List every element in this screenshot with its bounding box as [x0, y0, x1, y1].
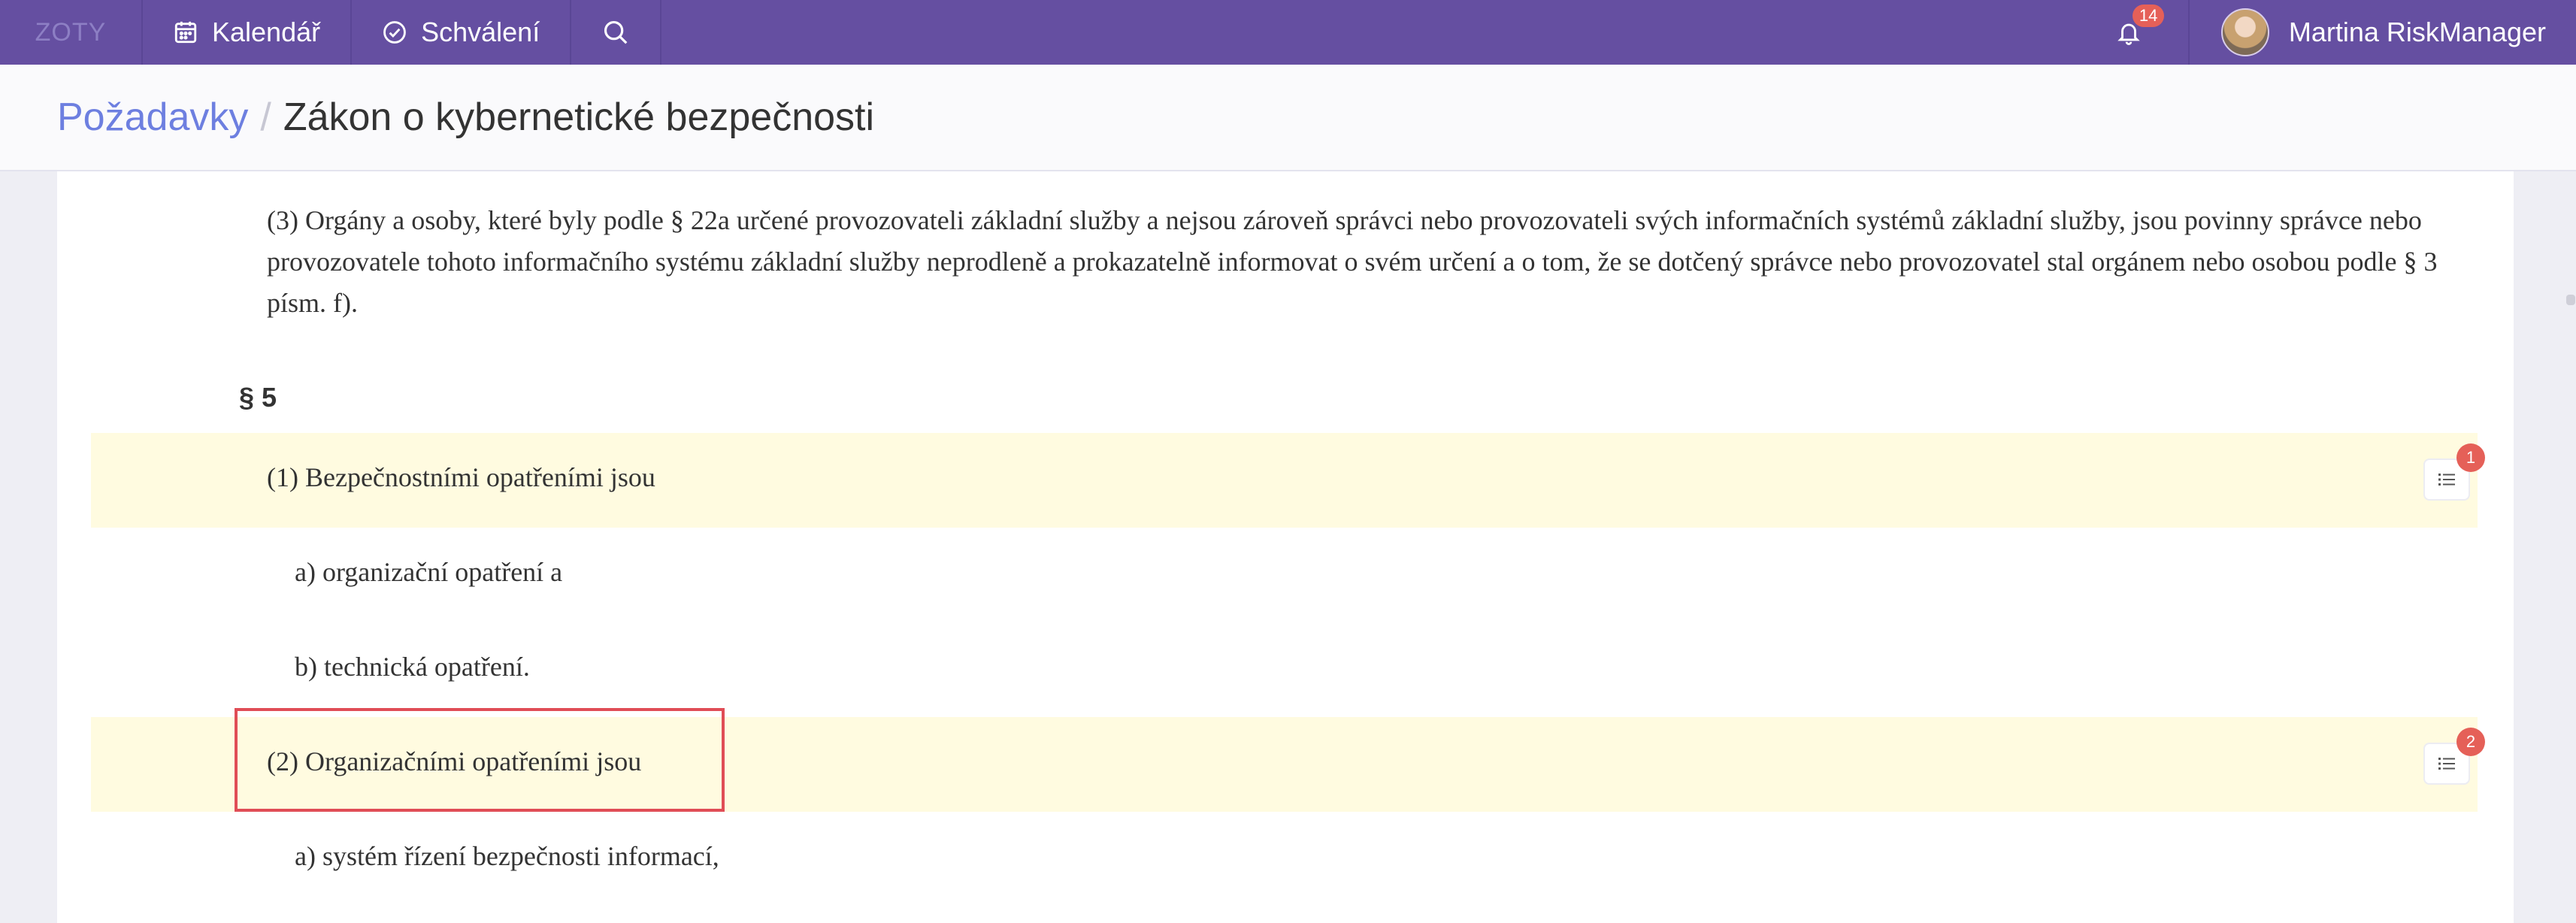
requirement-row: b) technická opatření. — [91, 622, 2478, 717]
paragraph-3-text: (3) Orgány a osoby, které byly podle § 2… — [267, 205, 2438, 318]
requirements-count-badge: 1 — [2456, 443, 2485, 472]
search-icon — [604, 20, 628, 44]
list-icon — [2438, 758, 2455, 770]
breadcrumb-separator: / — [260, 95, 271, 139]
breadcrumb-parent-link[interactable]: Požadavky — [57, 95, 248, 140]
nav-calendar[interactable]: Kalendář — [143, 0, 353, 65]
requirements-count-badge: 2 — [2456, 728, 2485, 756]
check-circle-icon — [383, 21, 406, 44]
scrollbar-thumb[interactable] — [2566, 295, 2575, 305]
page-title: Zákon o kybernetické bezpečnosti — [283, 95, 875, 139]
requirement-row: a) systém řízení bezpečnosti informací, — [91, 812, 2478, 906]
document-content: (3) Orgány a osoby, které byly podle § 2… — [57, 171, 2514, 923]
requirement-text: a) systém řízení bezpečnosti informací, — [295, 841, 719, 871]
nav-approvals[interactable]: Schválení — [352, 0, 572, 65]
brand-logo[interactable]: ZOTY — [0, 0, 143, 65]
nav-approvals-label: Schválení — [421, 17, 540, 47]
left-gutter — [0, 171, 57, 923]
top-navbar: ZOTY Kalendář Schválení 14 Martina RiskM… — [0, 0, 2576, 65]
notification-count-badge: 14 — [2132, 5, 2165, 27]
requirement-text: b) technická opatření. — [295, 652, 530, 682]
notifications-button[interactable]: 14 — [2069, 0, 2190, 65]
calendar-icon — [174, 21, 197, 44]
nav-calendar-label: Kalendář — [212, 17, 321, 47]
search-button[interactable] — [571, 0, 662, 65]
requirement-row[interactable]: (1) Bezpečnostními opatřeními jsou 1 — [91, 433, 2485, 528]
requirement-text: (1) Bezpečnostními opatřeními jsou — [267, 462, 655, 492]
section-heading: § 5 — [239, 382, 277, 413]
requirement-text: (2) Organizačními opatřeními jsou — [267, 746, 642, 776]
list-icon — [2438, 474, 2455, 486]
requirements-list-button[interactable]: 1 — [2423, 443, 2485, 501]
page-header: Požadavky / Zákon o kybernetické bezpečn… — [0, 65, 2576, 171]
requirement-row[interactable]: (2) Organizačními opatřeními jsou 2 — [91, 717, 2485, 812]
user-menu[interactable]: Martina RiskManager — [2190, 0, 2576, 65]
requirements-list-button[interactable]: 2 — [2423, 728, 2485, 785]
user-name: Martina RiskManager — [2288, 17, 2546, 47]
requirement-text: a) organizační opatření a — [295, 557, 563, 587]
requirement-row: a) organizační opatření a — [91, 528, 2478, 622]
avatar — [2220, 8, 2269, 56]
